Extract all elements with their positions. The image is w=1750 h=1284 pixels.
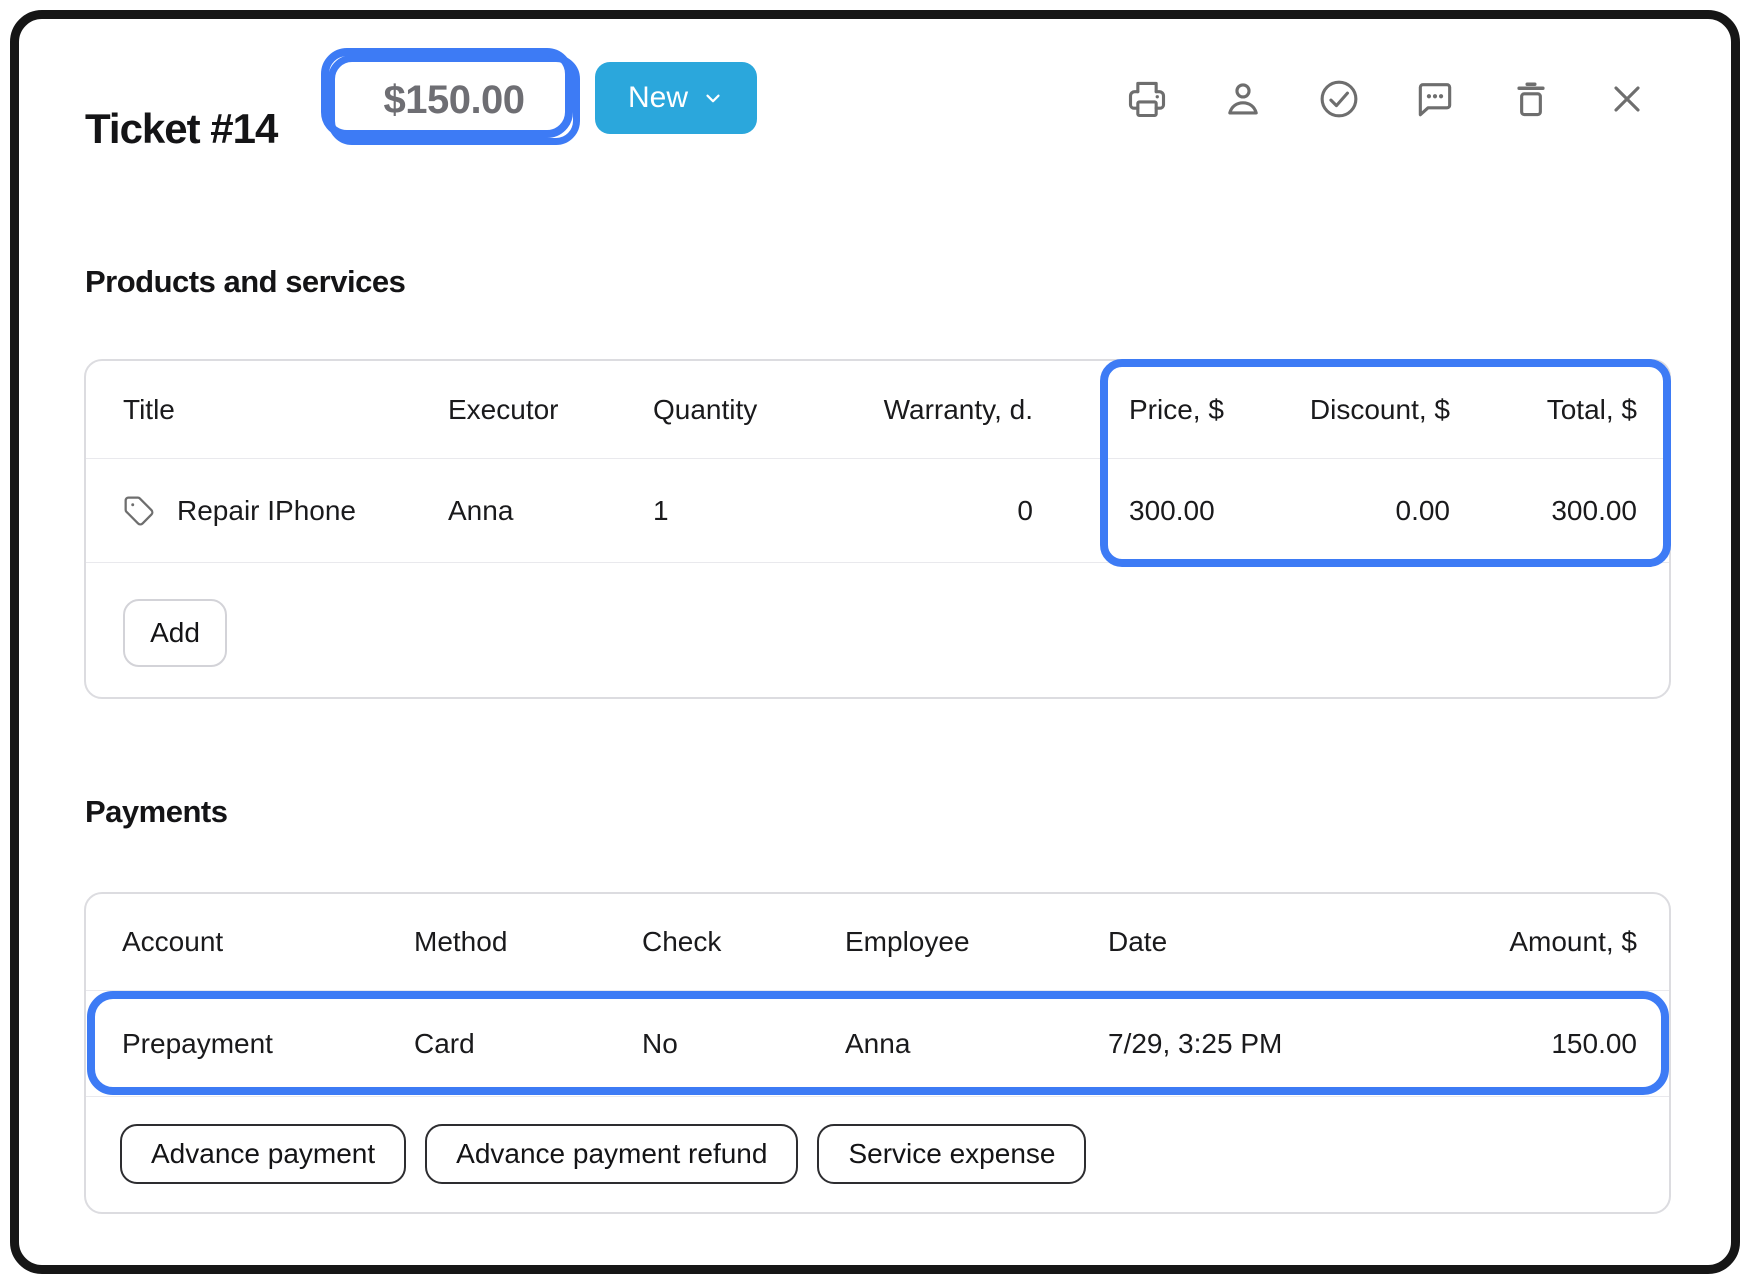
close-icon[interactable] — [1605, 77, 1649, 121]
column-total: Total, $ — [1547, 394, 1637, 426]
ticket-window: Ticket #14 $150.00 New — [0, 0, 1750, 1284]
service-expense-button[interactable]: Service expense — [817, 1124, 1086, 1184]
payment-method: Card — [414, 1028, 475, 1060]
column-quantity: Quantity — [653, 394, 757, 426]
payments-actions: Advance payment Advance payment refund S… — [120, 1124, 1086, 1184]
status-dropdown-button[interactable]: New — [595, 62, 757, 134]
column-account: Account — [122, 926, 223, 958]
product-row[interactable]: Repair IPhone Anna 1 0 300.00 0.00 300.0… — [86, 459, 1669, 563]
products-section-title: Products and services — [85, 264, 405, 300]
product-warranty: 0 — [1017, 495, 1033, 527]
chevron-down-icon — [702, 87, 724, 109]
product-executor: Anna — [448, 495, 513, 527]
payment-check: No — [642, 1028, 678, 1060]
payment-account: Prepayment — [122, 1028, 273, 1060]
ticket-amount: $150.00 — [328, 55, 580, 145]
products-header-row: Title Executor Quantity Warranty, d. Pri… — [86, 361, 1669, 459]
advance-payment-button[interactable]: Advance payment — [120, 1124, 406, 1184]
column-employee: Employee — [845, 926, 970, 958]
advance-payment-refund-button[interactable]: Advance payment refund — [425, 1124, 798, 1184]
tag-icon — [123, 495, 155, 527]
product-quantity: 1 — [653, 495, 669, 527]
column-discount: Discount, $ — [1310, 394, 1450, 426]
column-check: Check — [642, 926, 721, 958]
column-amount: Amount, $ — [1509, 926, 1637, 958]
product-discount: 0.00 — [1396, 495, 1451, 527]
product-total: 300.00 — [1551, 495, 1637, 527]
payment-employee: Anna — [845, 1028, 910, 1060]
payment-row[interactable]: Prepayment Card No Anna 7/29, 3:25 PM 15… — [86, 991, 1669, 1097]
product-price: 300.00 — [1129, 495, 1215, 527]
complete-check-icon[interactable] — [1317, 77, 1361, 121]
print-icon[interactable] — [1125, 77, 1169, 121]
payments-header-row: Account Method Check Employee Date Amoun… — [86, 894, 1669, 991]
status-dropdown-label: New — [628, 81, 688, 115]
trash-icon[interactable] — [1509, 77, 1553, 121]
column-warranty: Warranty, d. — [884, 394, 1033, 426]
page-title: Ticket #14 — [85, 105, 277, 153]
comments-icon[interactable] — [1413, 77, 1457, 121]
ticket-amount-value: $150.00 — [383, 78, 524, 123]
window-frame: Ticket #14 $150.00 New — [10, 10, 1740, 1274]
column-executor: Executor — [448, 394, 559, 426]
column-method: Method — [414, 926, 507, 958]
payment-date: 7/29, 3:25 PM — [1108, 1028, 1282, 1060]
add-product-button[interactable]: Add — [123, 599, 227, 667]
column-price: Price, $ — [1129, 394, 1224, 426]
products-table: Title Executor Quantity Warranty, d. Pri… — [84, 359, 1671, 699]
toolbar — [1125, 77, 1649, 121]
payment-amount: 150.00 — [1551, 1028, 1637, 1060]
payments-table: Account Method Check Employee Date Amoun… — [84, 892, 1671, 1214]
payments-section-title: Payments — [85, 794, 227, 830]
column-title: Title — [123, 394, 175, 426]
assignee-icon[interactable] — [1221, 77, 1265, 121]
product-title: Repair IPhone — [177, 495, 356, 527]
column-date: Date — [1108, 926, 1167, 958]
